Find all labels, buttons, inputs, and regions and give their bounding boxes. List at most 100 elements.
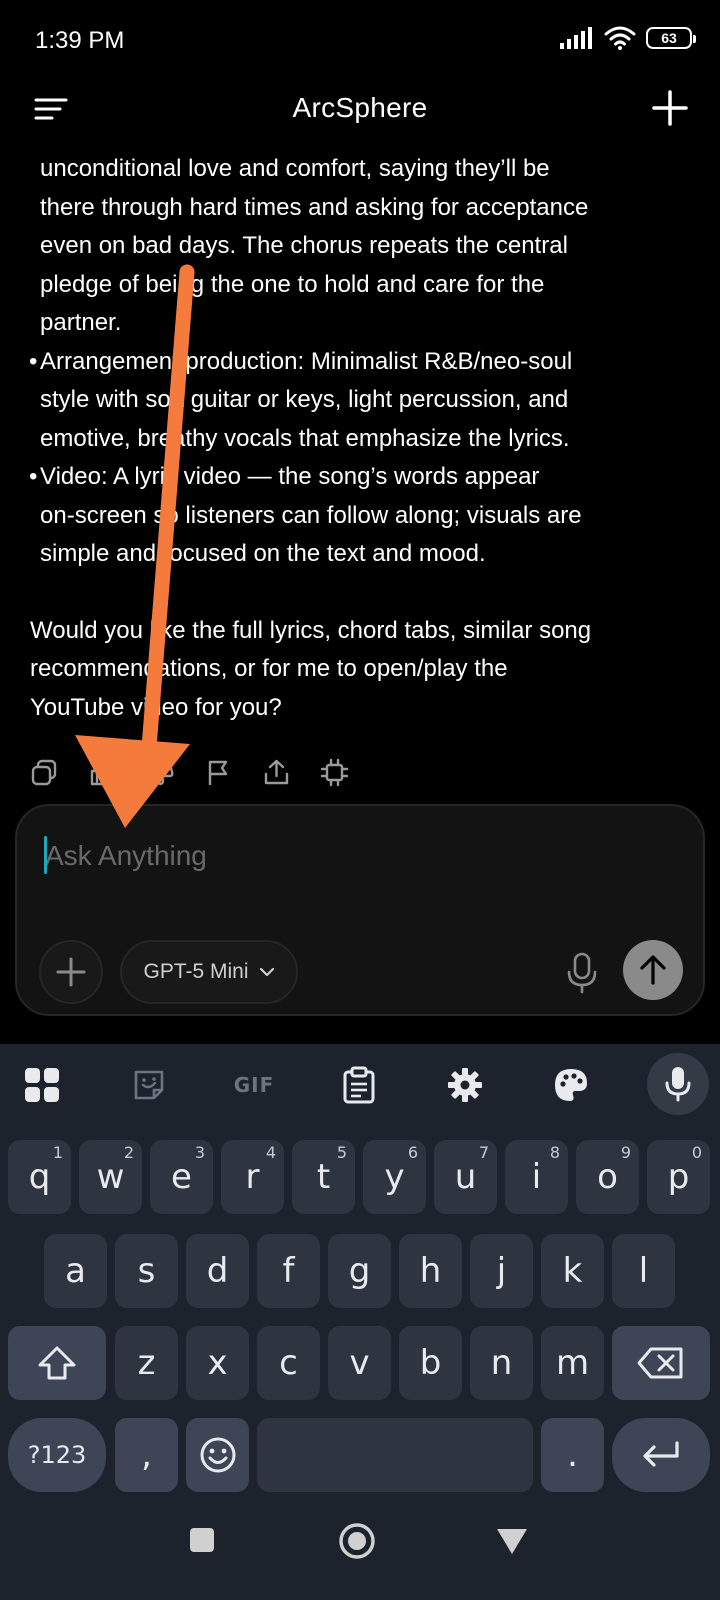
status-bar: 1:39 PM 63 [0,0,720,80]
plus-icon[interactable] [650,88,690,128]
key-label: k [562,1251,583,1291]
message-line: Video: A lyric video — the song’s words … [40,463,540,490]
key-f[interactable]: f [257,1234,320,1308]
key-s[interactable]: s [115,1234,178,1308]
key-l[interactable]: l [612,1234,675,1308]
key-z[interactable]: z [115,1326,178,1400]
comma-key[interactable]: , [115,1418,178,1492]
recent-apps-icon[interactable] [189,1527,215,1553]
key-v[interactable]: v [328,1326,391,1400]
key-label: y [384,1157,405,1197]
key-hint: 1 [52,1143,63,1162]
status-icons: 63 [560,26,696,50]
emoji-key[interactable] [186,1418,249,1492]
app-header: ArcSphere [0,80,720,136]
cpu-icon[interactable] [320,758,349,787]
bullet-video: Video: A lyric video — the song’s words … [0,458,720,574]
key-o[interactable]: o9 [576,1140,639,1214]
key-label: . [567,1435,578,1475]
key-label: h [419,1251,442,1291]
key-t[interactable]: t5 [292,1140,355,1214]
send-button[interactable] [623,940,683,1000]
battery-level: 63 [661,30,677,46]
sticker-icon[interactable] [126,1062,172,1108]
key-u[interactable]: u7 [434,1140,497,1214]
key-k[interactable]: k [541,1234,604,1308]
key-y[interactable]: y6 [363,1140,426,1214]
thumbs-down-icon[interactable] [146,758,175,787]
thumbs-up-icon[interactable] [88,758,117,787]
key-label: u [454,1157,477,1197]
home-icon[interactable] [338,1522,376,1560]
key-p[interactable]: p0 [647,1140,710,1214]
key-m[interactable]: m [541,1326,604,1400]
signal-icon [560,27,592,49]
apps-grid-icon[interactable] [19,1062,65,1108]
navigation-bar [0,1505,720,1600]
key-n[interactable]: n [470,1326,533,1400]
message-line: style with soft guitar or keys, light pe… [40,386,569,413]
period-key[interactable]: . [541,1418,604,1492]
copy-icon[interactable] [30,758,59,787]
key-w[interactable]: w2 [79,1140,142,1214]
shift-key[interactable] [8,1326,106,1400]
key-j[interactable]: j [470,1234,533,1308]
key-r[interactable]: r4 [221,1140,284,1214]
palette-icon[interactable] [548,1062,594,1108]
key-h[interactable]: h [399,1234,462,1308]
key-a[interactable]: a [44,1234,107,1308]
key-label: t [316,1157,331,1197]
key-label: f [282,1251,295,1291]
key-d[interactable]: d [186,1234,249,1308]
key-label: g [348,1251,371,1291]
key-hint: 2 [123,1143,134,1162]
key-g[interactable]: g [328,1234,391,1308]
key-x[interactable]: x [186,1326,249,1400]
clipboard-icon[interactable] [336,1062,382,1108]
key-e[interactable]: e3 [150,1140,213,1214]
key-c[interactable]: c [257,1326,320,1400]
gif-button[interactable]: GIF [228,1062,280,1108]
microphone-icon[interactable] [565,952,599,994]
wifi-icon [604,26,636,50]
status-time: 1:39 PM [35,27,125,54]
message-line: unconditional love and comfort, saying t… [40,155,550,182]
key-label: a [65,1251,86,1291]
key-label: o [597,1157,618,1197]
key-label: j [496,1251,507,1291]
emoji-icon [200,1437,235,1473]
settings-gear-icon[interactable] [442,1062,488,1108]
flag-icon[interactable] [204,758,233,787]
key-label: s [137,1251,156,1291]
back-icon[interactable] [496,1527,528,1555]
message-input[interactable] [45,836,645,876]
message-composer: GPT-5 Mini [15,804,705,1016]
arrow-up-icon [640,955,666,985]
key-label: p [667,1157,690,1197]
message-line: even on bad days. The chorus repeats the… [40,232,568,259]
key-label: , [141,1435,152,1475]
symbols-key[interactable]: ?123 [8,1418,106,1492]
key-label: v [349,1343,370,1383]
key-q[interactable]: q1 [8,1140,71,1214]
message-line: Would you like the full lyrics, chord ta… [30,616,592,644]
voice-typing-button[interactable] [647,1053,709,1115]
key-hint: 4 [265,1143,276,1162]
key-hint: 3 [194,1143,205,1162]
key-hint: 6 [407,1143,418,1162]
enter-key[interactable] [612,1418,710,1492]
message-line: simple and focused on the text and mood. [40,540,486,567]
message-actions [30,758,349,787]
share-icon[interactable] [262,758,291,787]
battery-icon: 63 [646,27,696,49]
model-selector[interactable]: GPT-5 Mini [120,940,298,1004]
message-line: there through hard times and asking for … [40,193,589,221]
app-title: ArcSphere [292,92,428,123]
backspace-key[interactable] [612,1326,710,1400]
space-key[interactable] [257,1418,533,1492]
key-i[interactable]: i8 [505,1140,568,1214]
key-label: ?123 [27,1441,87,1469]
attach-button[interactable] [39,940,103,1004]
key-label: c [279,1343,298,1383]
key-b[interactable]: b [399,1326,462,1400]
